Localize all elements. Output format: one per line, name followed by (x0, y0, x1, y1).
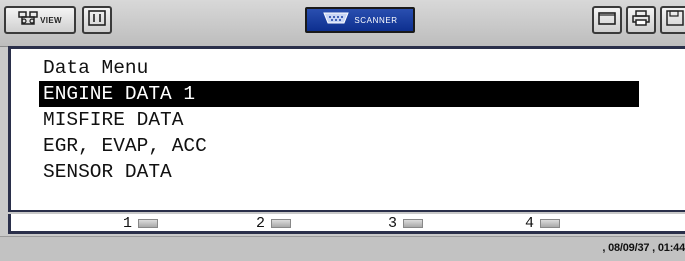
function-key-2[interactable]: 2 (256, 215, 292, 232)
function-key-4[interactable]: 4 (525, 215, 561, 232)
menu-item-engine-data-1[interactable]: ENGINE DATA 1 (39, 81, 639, 107)
window-button[interactable] (592, 6, 622, 34)
function-key-indicator (271, 219, 292, 228)
function-key-label: 4 (525, 215, 535, 232)
date-time-readout: , 08/09/37 , 01:44 (602, 242, 685, 254)
data-menu-screen: Data Menu ENGINE DATA 1 MISFIRE DATA EGR… (8, 46, 685, 212)
function-key-3[interactable]: 3 (388, 215, 424, 232)
view-icon (18, 10, 38, 31)
menu-title: Data Menu (43, 57, 149, 79)
scanner-icon (322, 11, 350, 30)
view-button[interactable]: VIEW (4, 6, 76, 34)
function-key-1[interactable]: 1 (123, 215, 159, 232)
function-key-bar: 1 2 3 4 (8, 214, 685, 234)
toolbar: VIEW SCANNER (0, 0, 685, 47)
window-icon (598, 10, 616, 31)
view-button-label: VIEW (40, 15, 62, 25)
data-menu: Data Menu ENGINE DATA 1 MISFIRE DATA EGR… (39, 55, 639, 185)
print-icon (632, 9, 650, 31)
function-key-indicator (540, 219, 561, 228)
function-key-indicator (403, 219, 424, 228)
save-button[interactable] (660, 6, 685, 34)
function-key-label: 3 (388, 215, 398, 232)
function-key-label: 2 (256, 215, 266, 232)
function-key-label: 1 (123, 215, 133, 232)
split-screen-icon (88, 9, 106, 31)
save-icon (666, 9, 684, 31)
status-bar: , 08/09/37 , 01:44 (0, 236, 685, 261)
function-key-indicator (138, 219, 159, 228)
print-button[interactable] (626, 6, 656, 34)
scanner-button-label: SCANNER (354, 15, 398, 25)
menu-item-misfire-data[interactable]: MISFIRE DATA (39, 107, 639, 133)
menu-item-egr-evap-acc[interactable]: EGR, EVAP, ACC (39, 133, 639, 159)
menu-item-sensor-data[interactable]: SENSOR DATA (39, 159, 639, 185)
scanner-button[interactable]: SCANNER (305, 7, 415, 33)
split-screen-button[interactable] (82, 6, 112, 34)
